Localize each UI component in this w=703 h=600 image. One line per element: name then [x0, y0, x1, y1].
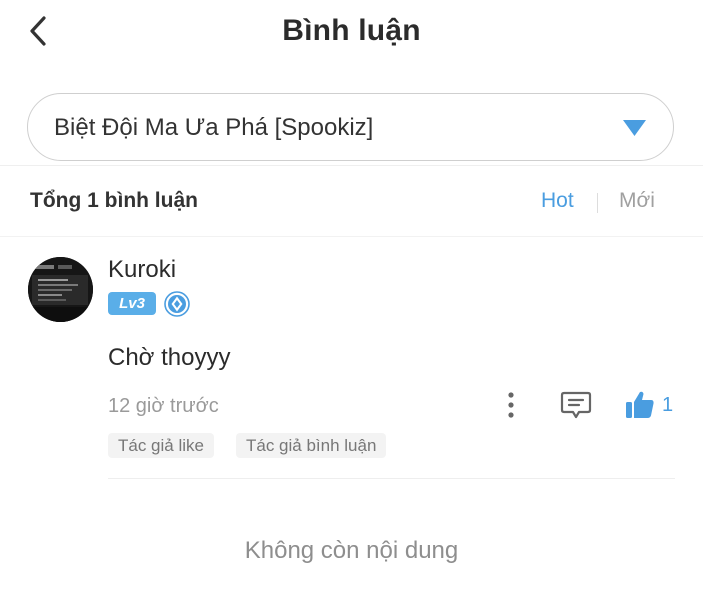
sort-new-tab[interactable]: Mới [619, 189, 655, 213]
header: Bình luận [0, 0, 703, 70]
sort-hot-tab[interactable]: Hot [541, 189, 574, 213]
series-selector-dropdown[interactable]: Biệt Đội Ma Ưa Phá [Spookiz] [27, 93, 674, 161]
total-comments-label: Tổng 1 bình luận [30, 189, 198, 212]
more-options-button[interactable] [498, 389, 524, 421]
like-button[interactable]: 1 [624, 389, 682, 421]
avatar-image [28, 257, 93, 322]
page-title: Bình luận [282, 14, 421, 47]
sort-separator [597, 193, 598, 213]
level-badge: Lv3 [108, 292, 156, 315]
comment-timestamp: 12 giờ trước [108, 395, 219, 417]
series-selector-value: Biệt Đội Ma Ưa Phá [Spookiz] [54, 114, 374, 141]
tag-author-liked: Tác giả like [108, 433, 214, 458]
comment-text: Chờ thoyyy [108, 344, 231, 371]
comments-toolbar: Tổng 1 bình luận Hot Mới [0, 166, 703, 236]
triangle-down-icon [623, 120, 646, 136]
tag-author-commented: Tác giả bình luận [236, 433, 387, 458]
divider [108, 478, 675, 479]
end-of-list-text: Không còn nội dung [244, 537, 459, 564]
comment-username[interactable]: Kuroki [108, 256, 176, 284]
more-vertical-icon [508, 392, 514, 418]
divider [0, 236, 703, 237]
reply-button[interactable] [560, 390, 592, 420]
like-count: 1 [662, 394, 674, 416]
avatar[interactable] [28, 257, 93, 322]
comment-bubble-icon [560, 391, 592, 419]
thumbs-up-icon [626, 391, 654, 418]
diamond-rank-icon [164, 291, 190, 317]
